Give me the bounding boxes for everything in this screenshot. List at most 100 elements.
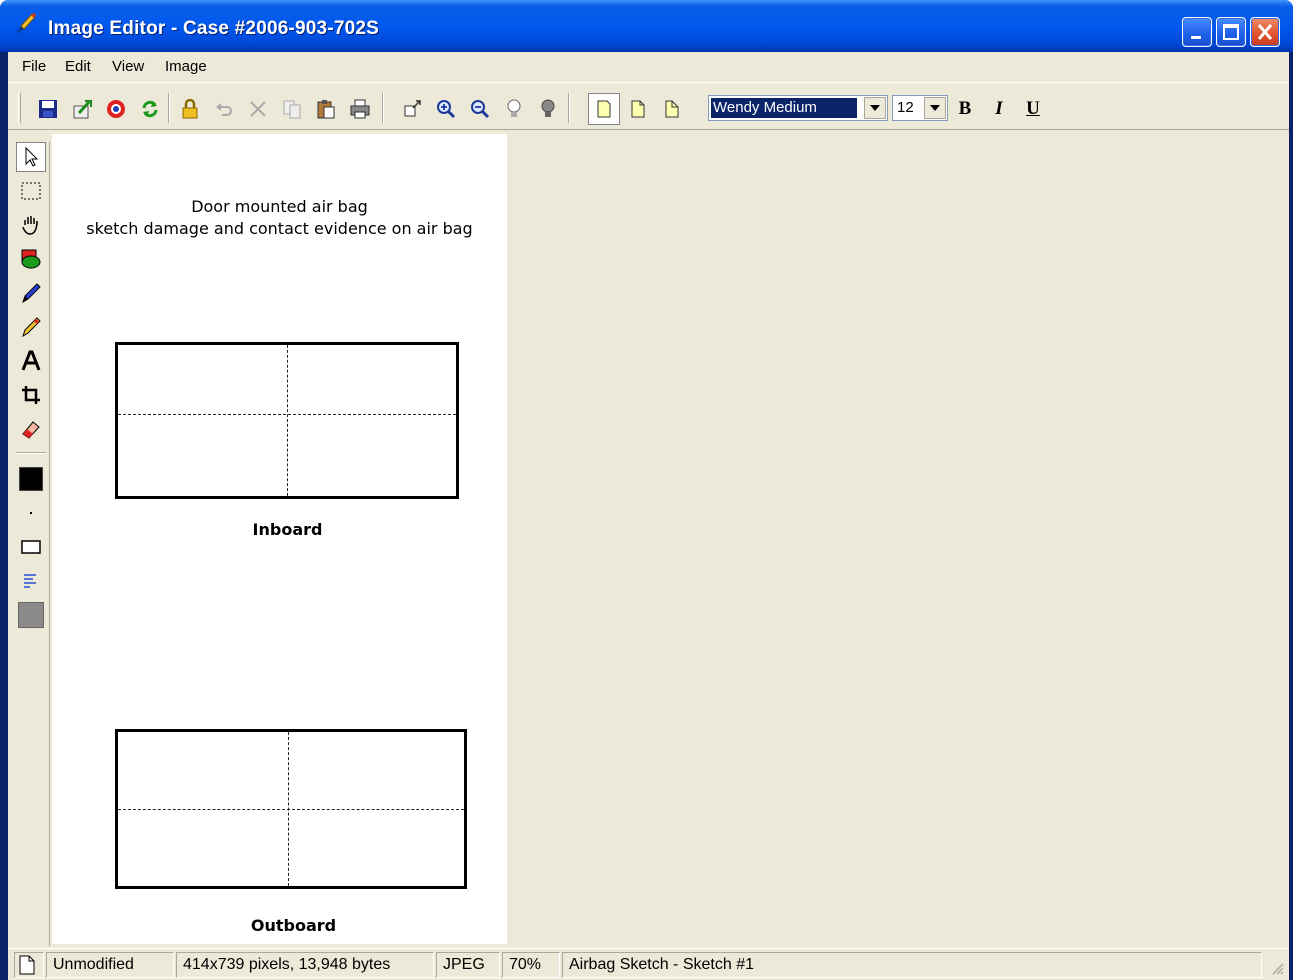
menu-bar: File Edit View Image	[8, 52, 1289, 82]
cut-button[interactable]	[242, 93, 274, 125]
save-button[interactable]	[32, 93, 64, 125]
status-dimensions: 414x739 pixels, 13,948 bytes	[176, 952, 434, 978]
paste-button[interactable]	[310, 93, 342, 125]
chevron-down-icon	[870, 105, 880, 111]
menu-edit[interactable]: Edit	[65, 58, 91, 75]
menu-view[interactable]: View	[112, 58, 144, 75]
italic-button[interactable]: I	[984, 95, 1014, 123]
align-tool[interactable]	[16, 566, 46, 596]
refresh-button[interactable]	[134, 93, 166, 125]
lock-button[interactable]	[174, 93, 206, 125]
title-bar[interactable]: Image Editor - Case #2006-903-702S	[0, 0, 1293, 52]
tool-palette	[14, 142, 50, 946]
crop-icon	[22, 386, 40, 404]
pointer-tool[interactable]	[16, 142, 46, 172]
status-name: Airbag Sketch - Sketch #1	[562, 952, 1262, 978]
maximize-button[interactable]	[1216, 17, 1246, 47]
inboard-label: Inboard	[252, 520, 323, 539]
fill-swatch[interactable]	[16, 600, 46, 630]
document-icon	[19, 955, 35, 975]
text-tool-icon	[21, 350, 41, 371]
palette-separator	[16, 452, 46, 454]
copy-icon	[283, 100, 301, 119]
page-fold-icon	[631, 100, 645, 118]
refresh-icon	[142, 100, 158, 118]
pen-tool[interactable]	[16, 278, 46, 308]
outboard-diagram	[115, 729, 467, 889]
hand-icon	[22, 216, 38, 235]
status-doc-panel	[14, 952, 44, 978]
page-fold-button[interactable]	[622, 93, 654, 125]
help-button[interactable]	[100, 93, 132, 125]
lightbulb-on-button[interactable]	[532, 93, 564, 125]
resize-grip-icon[interactable]	[1268, 959, 1284, 975]
pen-icon	[22, 283, 41, 304]
color-swatch-fill	[19, 467, 43, 491]
lightbulb-on-icon	[541, 99, 555, 117]
page-button[interactable]	[588, 93, 620, 125]
select-rect-icon	[21, 182, 41, 200]
close-button[interactable]	[1250, 17, 1280, 47]
shape-tool[interactable]	[16, 244, 46, 274]
horizontal-divider	[118, 809, 464, 810]
font-name-value: Wendy Medium	[711, 98, 857, 118]
pencil-tool[interactable]	[16, 312, 46, 342]
rectangle-icon	[21, 540, 41, 554]
toolbar-grip[interactable]	[18, 93, 21, 123]
toolbar: Wendy Medium 12 B I U	[8, 82, 1289, 130]
maximize-icon	[1223, 24, 1239, 40]
status-zoom: 70%	[502, 952, 560, 978]
outboard-label: Outboard	[250, 916, 337, 935]
pencil-icon	[22, 317, 41, 338]
size-dropdown-button[interactable]	[924, 97, 946, 119]
image-canvas[interactable]: Door mounted air bag sketch damage and c…	[52, 134, 507, 944]
shape-icon	[21, 249, 41, 269]
close-icon	[1257, 24, 1273, 40]
zoom-out-icon	[471, 100, 490, 119]
align-icon	[24, 574, 36, 588]
rectangle-tool[interactable]	[16, 532, 46, 562]
font-size-value: 12	[897, 99, 914, 116]
print-button[interactable]	[344, 93, 376, 125]
dot-size-tool[interactable]	[16, 498, 46, 528]
export-button[interactable]	[66, 93, 98, 125]
chevron-down-icon	[930, 105, 940, 111]
bold-button[interactable]: B	[950, 95, 980, 123]
lightbulb-off-button[interactable]	[498, 93, 530, 125]
heading-line-1: Door mounted air bag	[191, 197, 368, 216]
lock-icon	[182, 98, 198, 119]
page-corner-button[interactable]	[656, 93, 688, 125]
menu-image[interactable]: Image	[165, 58, 207, 75]
eraser-icon	[22, 421, 40, 439]
text-tool[interactable]	[16, 346, 46, 376]
cut-icon	[250, 101, 266, 117]
minimize-icon	[1191, 36, 1201, 39]
color-swatch[interactable]	[16, 464, 46, 494]
zoom-in-button[interactable]	[430, 93, 462, 125]
fit-button[interactable]	[396, 93, 428, 125]
select-rect-tool[interactable]	[16, 176, 46, 206]
paint-brush-icon	[15, 13, 36, 34]
underline-button[interactable]: U	[1018, 95, 1048, 123]
hand-tool[interactable]	[16, 210, 46, 240]
font-name-combo[interactable]: Wendy Medium	[708, 95, 888, 121]
font-size-combo[interactable]: 12	[892, 95, 948, 121]
zoom-out-button[interactable]	[464, 93, 496, 125]
minimize-button[interactable]	[1182, 17, 1212, 47]
copy-button[interactable]	[276, 93, 308, 125]
pointer-icon	[25, 146, 39, 167]
status-format: JPEG	[436, 952, 500, 978]
font-dropdown-button[interactable]	[864, 97, 886, 119]
heading-line-2: sketch damage and contact evidence on ai…	[86, 219, 473, 238]
toolbar-separator	[168, 93, 170, 123]
crop-tool[interactable]	[16, 380, 46, 410]
vertical-divider	[287, 345, 288, 496]
undo-button[interactable]	[208, 93, 240, 125]
save-icon	[39, 100, 57, 118]
fit-icon	[404, 100, 421, 117]
status-bar: Unmodified 414x739 pixels, 13,948 bytes …	[8, 948, 1289, 980]
eraser-tool[interactable]	[16, 414, 46, 444]
menu-file[interactable]: File	[22, 58, 46, 75]
paste-icon	[317, 100, 335, 119]
workspace-area	[507, 134, 1289, 944]
